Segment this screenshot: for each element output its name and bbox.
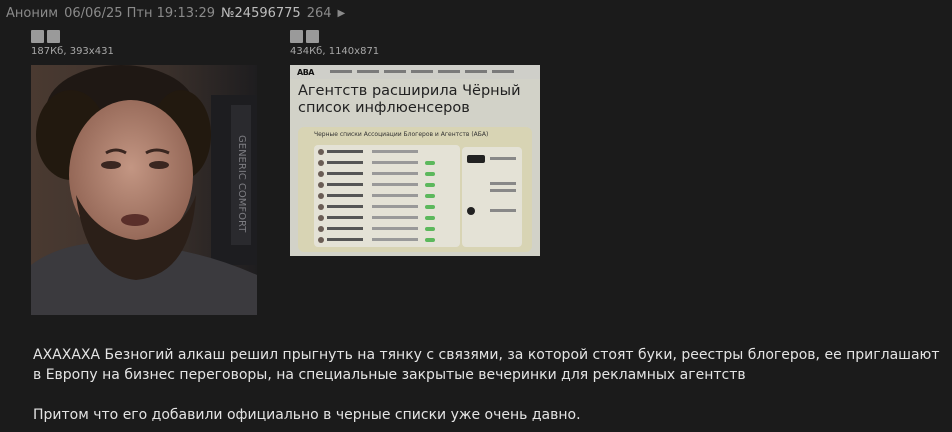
- infographic-title: Черные списки Ассоциации Блогеров и Аген…: [314, 131, 489, 138]
- blacklist-table: [314, 145, 460, 247]
- site-nav: [330, 70, 514, 73]
- file-info-1: 187Кб, 393x431: [31, 30, 114, 57]
- file-action-icon[interactable]: [47, 30, 60, 43]
- file-meta: 187Кб, 393x431: [31, 46, 114, 57]
- reply-count[interactable]: 264: [307, 6, 332, 21]
- post-header: Аноним 06/06/25 Птн 19:13:29 №24596775 2…: [6, 4, 345, 22]
- post-paragraph-1: АХАХАХА Безногий алкаш решил прыгнуть на…: [33, 347, 940, 383]
- file-action-icon[interactable]: [290, 30, 303, 43]
- post-body: АХАХАХА Безногий алкаш решил прыгнуть на…: [33, 345, 943, 425]
- post-number-link[interactable]: №24596775: [221, 6, 301, 21]
- site-header: ABA: [290, 65, 540, 79]
- post-paragraph-2: Притом что его добавили официально в чер…: [33, 407, 581, 423]
- post-datetime: 06/06/25 Птн 19:13:29: [64, 5, 215, 21]
- file-action-icon[interactable]: [306, 30, 319, 43]
- article-headline: Агентств расширила Чёрный список инфлюен…: [298, 83, 521, 116]
- image-thumbnail-2[interactable]: ABA Агентств расширила Чёрный список инф…: [290, 65, 540, 256]
- file-action-icon[interactable]: [31, 30, 44, 43]
- svg-text:GENERIC COMFORT: GENERIC COMFORT: [236, 135, 247, 233]
- site-logo: ABA: [297, 68, 314, 77]
- agency-sidebar: [462, 147, 522, 247]
- image-thumbnail-1[interactable]: GENERIC COMFORT: [31, 65, 257, 315]
- infographic-panel: Черные списки Ассоциации Блогеров и Аген…: [298, 127, 532, 252]
- man-photo: GENERIC COMFORT: [31, 65, 257, 315]
- file-info-2: 434Кб, 1140x871: [290, 30, 379, 57]
- play-triangle-icon[interactable]: ▶: [338, 8, 346, 19]
- post-author: Аноним: [6, 5, 59, 21]
- file-meta: 434Кб, 1140x871: [290, 46, 380, 57]
